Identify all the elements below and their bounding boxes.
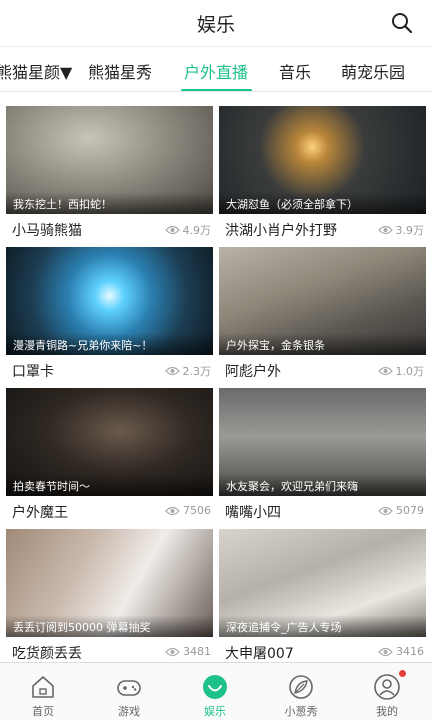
eye-icon [165, 647, 180, 656]
view-count-value: 3416 [396, 645, 424, 658]
streamer-name: 大申屠007 [225, 646, 294, 662]
stream-thumbnail[interactable]: 大湖怼鱼（必须全部拿下） [219, 106, 426, 214]
streamer-name: 嘴嘴小四 [225, 505, 281, 521]
nav-games-label: 游戏 [118, 705, 140, 718]
eye-icon [377, 366, 393, 376]
streamer-name: 吃货颜丢丢 [12, 646, 82, 662]
nav-entertainment[interactable]: 娱乐 [172, 663, 258, 720]
leaf-icon [289, 675, 313, 699]
eye-icon [164, 225, 180, 235]
streamer-name: 小马骑熊猫 [12, 223, 82, 239]
streamer-name: 阿彪户外 [225, 364, 281, 380]
view-count: 3.9万 [377, 222, 425, 238]
stream-thumbnail[interactable]: 我东挖土！西扣蛇！ [6, 106, 213, 214]
nav-home[interactable]: 首页 [0, 663, 86, 720]
entertainment-icon [203, 675, 227, 699]
stream-thumbnail[interactable]: 深夜追捕令_广告人专场 [219, 529, 426, 637]
tab-pet-park[interactable]: 萌宠乐园 [341, 59, 405, 83]
page-title: 娱乐 [196, 14, 235, 36]
view-count-value: 1.0万 [395, 365, 425, 378]
notification-badge [399, 670, 406, 677]
eye-icon [378, 506, 393, 515]
view-count: 3416 [378, 645, 424, 658]
view-count-value: 7506 [183, 504, 211, 517]
stream-caption: 户外探宝，金条银条 [219, 333, 426, 355]
view-count: 4.9万 [164, 222, 212, 238]
nav-me-label: 我的 [376, 705, 398, 718]
view-count: 5079 [378, 504, 424, 517]
view-count: 3481 [165, 645, 211, 658]
nav-home-label: 首页 [32, 705, 54, 718]
view-count-value: 5079 [396, 504, 424, 517]
stream-thumbnail[interactable]: 水友聚会，欢迎兄弟们来嗨 [219, 388, 426, 496]
view-count: 2.3万 [164, 363, 212, 379]
app-header: 娱乐 [0, 0, 432, 46]
eye-icon [378, 647, 393, 656]
tab-music[interactable]: 音乐 [279, 59, 311, 83]
streamer-name: 口罩卡 [12, 364, 54, 380]
nav-games[interactable]: 游戏 [86, 663, 172, 720]
view-count-value: 3481 [183, 645, 211, 658]
stream-thumbnail[interactable]: 漫漫青铜路~兄弟你来陪~！ [6, 247, 213, 355]
category-tabs: 熊猫星颜▼ 熊猫星秀 户外直播 音乐 萌宠乐园 [0, 46, 432, 92]
nav-me[interactable]: 我的 [344, 663, 430, 720]
stream-thumbnail[interactable]: 户外探宝，金条银条 [219, 247, 426, 355]
tab-panda-star-show[interactable]: 熊猫星秀 [88, 59, 152, 83]
stream-caption: 我东挖土！西扣蛇！ [6, 192, 213, 214]
nav-xiaocong-show[interactable]: 小葱秀 [258, 663, 344, 720]
view-count-value: 3.9万 [395, 224, 425, 237]
gamepad-icon [117, 680, 141, 696]
user-icon [374, 674, 400, 700]
stream-caption: 水友聚会，欢迎兄弟们来嗨 [219, 474, 426, 496]
eye-icon [377, 225, 393, 235]
home-icon [32, 676, 54, 698]
stream-thumbnail[interactable]: 丢丢订阅到50000 弹幕抽奖 [6, 529, 213, 637]
stream-grid: 我东挖土！西扣蛇！ 小马骑熊猫 4.9万 大湖怼鱼（必须全部拿下） 洪湖小肖户外… [0, 96, 432, 662]
streamer-name: 户外魔王 [12, 505, 68, 521]
view-count: 1.0万 [377, 363, 425, 379]
stream-caption: 丢丢订阅到50000 弹幕抽奖 [6, 615, 213, 637]
eye-icon [165, 506, 180, 515]
stream-caption: 大湖怼鱼（必须全部拿下） [219, 192, 426, 214]
tab-panda-star-face[interactable]: 熊猫星颜▼ [0, 59, 72, 83]
nav-xiaocong-show-label: 小葱秀 [284, 705, 318, 718]
search-icon[interactable] [391, 12, 413, 34]
stream-caption: 深夜追捕令_广告人专场 [219, 615, 426, 637]
tab-outdoor-live[interactable]: 户外直播 [184, 59, 248, 83]
stream-caption: 拍卖春节时间～ [6, 474, 213, 496]
stream-thumbnail[interactable]: 拍卖春节时间～ [6, 388, 213, 496]
view-count: 7506 [165, 504, 211, 517]
active-tab-indicator [181, 89, 252, 91]
eye-icon [164, 366, 180, 376]
view-count-value: 4.9万 [182, 224, 212, 237]
nav-entertainment-label: 娱乐 [204, 705, 226, 718]
view-count-value: 2.3万 [182, 365, 212, 378]
streamer-name: 洪湖小肖户外打野 [225, 223, 337, 239]
bottom-nav: 首页 游戏 娱乐 小葱秀 我的 [0, 662, 432, 720]
stream-caption: 漫漫青铜路~兄弟你来陪~！ [6, 333, 213, 355]
